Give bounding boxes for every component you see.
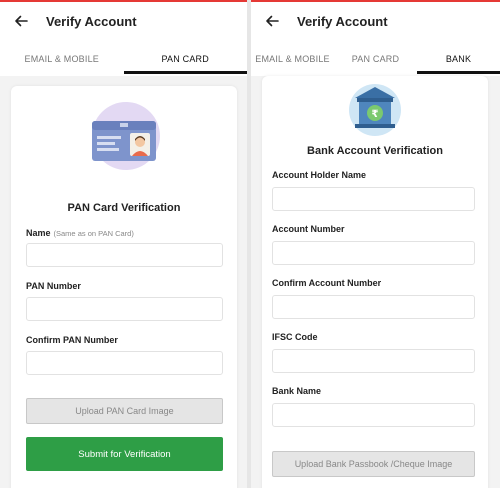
back-button[interactable]: [261, 10, 283, 32]
app-header: Verify Account: [0, 2, 247, 40]
tab-bar: EMAIL & MOBILE PAN CARD: [0, 44, 247, 74]
confirm-account-label: Confirm Account Number: [272, 278, 382, 288]
name-input[interactable]: [26, 243, 223, 267]
confirm-pan-label: Confirm PAN Number: [26, 335, 118, 345]
account-holder-input[interactable]: [272, 187, 475, 211]
bank-name-label: Bank Name: [272, 386, 322, 396]
tab-bar: EMAIL & MOBILE PAN CARD BANK: [251, 44, 500, 74]
bank-verification-screen: Verify Account EMAIL & MOBILE PAN CARD B…: [251, 0, 500, 488]
pan-verification-screen: Verify Account EMAIL & MOBILE PAN CARD P…: [0, 0, 247, 488]
submit-verification-button[interactable]: Submit for Verification: [26, 437, 223, 471]
account-number-label: Account Number: [272, 224, 345, 234]
upload-pan-button[interactable]: Upload PAN Card Image: [26, 398, 223, 424]
section-heading: Bank Account Verification: [307, 145, 443, 157]
bank-name-input[interactable]: [272, 403, 475, 427]
section-heading: PAN Card Verification: [67, 202, 181, 214]
confirm-pan-input[interactable]: [26, 351, 223, 375]
tab-email-mobile[interactable]: EMAIL & MOBILE: [251, 44, 334, 74]
back-button[interactable]: [10, 10, 32, 32]
bank-verification-card: ₹ Bank Account Verification Account Hold…: [262, 76, 488, 488]
page-title: Verify Account: [297, 13, 388, 29]
tab-pan-card[interactable]: PAN CARD: [334, 44, 417, 74]
page-title: Verify Account: [46, 13, 137, 29]
confirm-account-input[interactable]: [272, 295, 475, 319]
account-number-input[interactable]: [272, 241, 475, 265]
pan-number-input[interactable]: [26, 297, 223, 321]
tab-pan-card[interactable]: PAN CARD: [123, 44, 248, 74]
pan-card-illustration-icon: [92, 102, 160, 170]
tab-bank[interactable]: BANK: [417, 44, 500, 74]
tab-email-mobile[interactable]: EMAIL & MOBILE: [0, 44, 124, 74]
name-hint: (Same as on PAN Card): [53, 229, 134, 238]
bank-rupee-illustration-icon: ₹: [349, 84, 401, 136]
arrow-left-icon: [266, 15, 279, 27]
name-label-text: Name: [26, 228, 51, 238]
pan-verification-card: PAN Card Verification Name (Same as on PA…: [11, 86, 237, 488]
pan-number-label: PAN Number: [26, 281, 81, 291]
ifsc-input[interactable]: [272, 349, 475, 373]
account-holder-label: Account Holder Name: [272, 170, 367, 180]
name-label: Name (Same as on PAN Card): [26, 228, 134, 238]
upload-passbook-button[interactable]: Upload Bank Passbook /Cheque Image: [272, 451, 475, 477]
app-header: Verify Account: [251, 2, 500, 40]
svg-text:₹: ₹: [372, 109, 379, 120]
arrow-left-icon: [15, 15, 28, 27]
ifsc-label: IFSC Code: [272, 332, 318, 342]
